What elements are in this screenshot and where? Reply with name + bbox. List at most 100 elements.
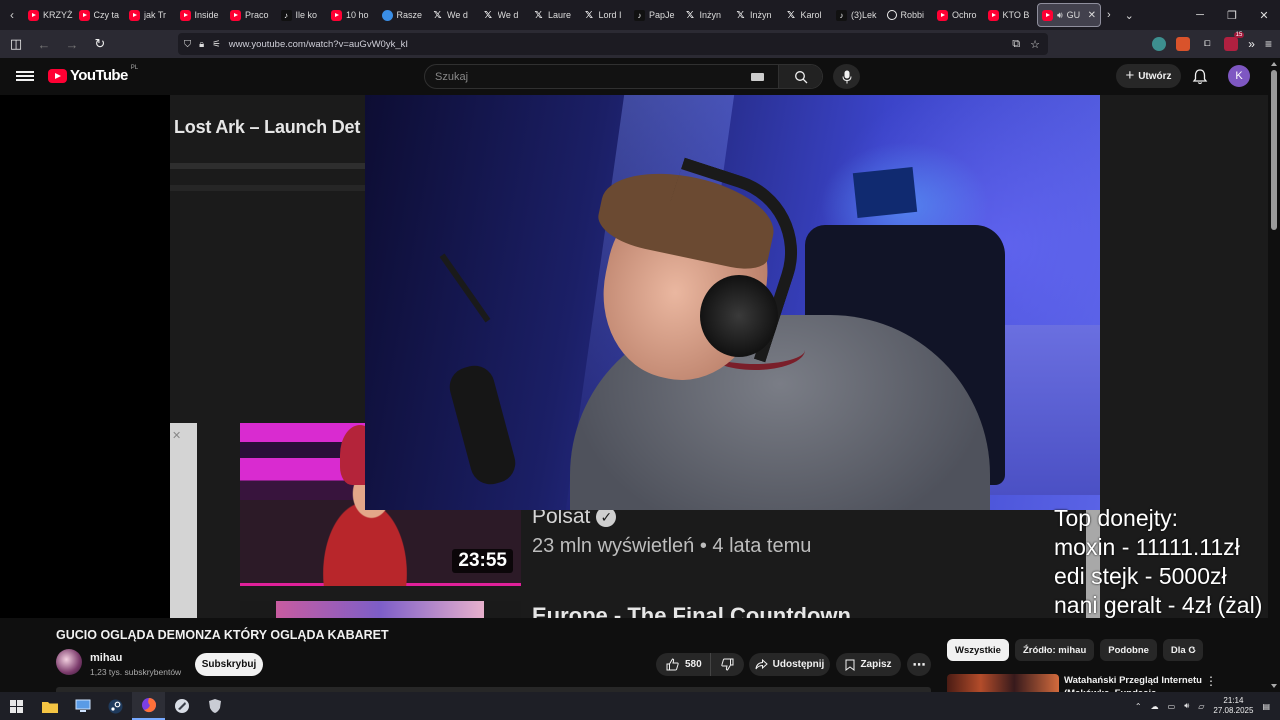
search-button[interactable] — [778, 65, 822, 88]
recommendation-title[interactable]: Watahański Przegląd Internetu (Makówka, … — [1064, 674, 1204, 692]
sidebar-toggle-icon[interactable]: ◫ — [4, 32, 28, 56]
clock[interactable]: 21:14 27.08.2025 — [1213, 696, 1253, 716]
youtube-logo[interactable]: YouTube PL — [48, 65, 138, 84]
extension-fox-icon[interactable] — [1176, 37, 1191, 51]
notifications-bell-icon[interactable] — [1191, 68, 1209, 86]
video-player[interactable]: Lost Ark – Launch Det ✕ 23:55 Polsat ✓ 2… — [0, 95, 1268, 618]
steam-button[interactable] — [99, 692, 132, 720]
reload-icon[interactable]: ↻ — [88, 32, 112, 56]
chip-all[interactable]: Wszystkie — [947, 639, 1009, 661]
speaker-icon[interactable]: 🔊︎ — [1057, 10, 1063, 21]
security-app-button[interactable] — [198, 692, 231, 720]
chip-from-channel[interactable]: Źródło: mihau — [1014, 639, 1095, 661]
tab-scroll-right-icon[interactable]: › — [1107, 9, 1111, 21]
onedrive-cloud-icon[interactable]: ☁ — [1151, 702, 1159, 711]
create-label: Utwórz — [1138, 70, 1172, 82]
search-input[interactable]: Szukaj — [425, 65, 751, 88]
chip-related[interactable]: Podobne — [1100, 639, 1157, 661]
browser-tab[interactable]: KTO B — [984, 2, 1035, 28]
bookmark-star-icon[interactable]: ☆ — [1030, 38, 1040, 51]
network-icon[interactable]: ▭ — [1168, 702, 1176, 711]
notifications-icon[interactable]: ▤ — [1262, 702, 1270, 711]
app-menu-icon[interactable]: ≡ — [1265, 37, 1272, 51]
browser-tab[interactable]: 𝕏 Karol — [782, 2, 833, 28]
mic-arm — [439, 253, 491, 323]
browser-tab[interactable]: ♪ PapJe — [630, 2, 681, 28]
browser-tab[interactable]: 𝕏 Lord I — [580, 2, 631, 28]
browser-tab-title: Robbi — [900, 10, 925, 20]
channel-name[interactable]: mihau — [90, 652, 122, 664]
tray-overflow-icon[interactable]: ⌃ — [1135, 702, 1142, 711]
tab-scroll-left-icon[interactable]: ‹ — [0, 0, 24, 30]
headset-earcup — [700, 275, 778, 357]
share-arrow-icon — [755, 659, 768, 670]
file-explorer-button[interactable] — [33, 692, 66, 720]
keyboard-icon[interactable] — [751, 72, 764, 81]
voice-search-button[interactable] — [833, 64, 860, 89]
dislike-button[interactable] — [711, 658, 744, 671]
firefox-icon — [141, 698, 156, 713]
remote-desktop-button[interactable] — [66, 692, 99, 720]
extensions-puzzle-icon[interactable]: ⧠ — [1200, 37, 1214, 51]
scroll-up-icon[interactable] — [1271, 62, 1277, 66]
permissions-icon[interactable]: ⚟ — [212, 39, 221, 50]
page-scrollbar[interactable] — [1268, 58, 1280, 692]
create-button[interactable]: + Utwórz — [1116, 64, 1181, 88]
blue-circle-icon — [381, 9, 393, 21]
close-window-icon[interactable]: ✕ — [1248, 0, 1280, 30]
donation-line: nani geralt - 4zł (żal) — [1054, 592, 1263, 618]
chips-next-chevron-icon[interactable]: › — [1192, 643, 1196, 657]
browser-tab[interactable]: 𝕏 We d — [428, 2, 479, 28]
extension-shield-icon[interactable] — [1152, 37, 1167, 51]
browser-tab[interactable]: Praco — [226, 2, 277, 28]
browser-tab-title: Rasze — [396, 10, 423, 20]
forward-icon[interactable]: → — [60, 32, 84, 56]
scrollbar-thumb[interactable] — [1271, 70, 1277, 230]
window-controls: ─ ❐ ✕ — [1184, 0, 1280, 30]
overflow-chevron-icon[interactable]: » — [1248, 37, 1255, 51]
app-button[interactable] — [165, 692, 198, 720]
browser-tab[interactable]: ♪ (3)Lek — [832, 2, 883, 28]
browser-tab[interactable]: KRZYŻ — [24, 2, 75, 28]
share-button[interactable]: Udostępnij — [749, 653, 830, 676]
browser-tab[interactable]: 𝕏 We d — [479, 2, 530, 28]
picture-in-picture-icon[interactable]: ⧉ — [1012, 38, 1020, 51]
channel-avatar[interactable] — [56, 649, 82, 675]
recommendation-thumbnail[interactable] — [947, 674, 1059, 692]
browser-tab[interactable]: Inside — [176, 2, 227, 28]
browser-tab[interactable]: Robbi — [883, 2, 934, 28]
browser-tab[interactable]: Ochro — [933, 2, 984, 28]
account-avatar[interactable]: K — [1228, 65, 1250, 87]
browser-tab[interactable]: Czy ta — [75, 2, 126, 28]
browser-tab[interactable]: jak Tr — [125, 2, 176, 28]
url-bar[interactable]: ⛉ 🔒︎ ⚟ www.youtube.com/watch?v=auGvW0yk_… — [178, 33, 1048, 55]
browser-tab[interactable]: 10 ho — [327, 2, 378, 28]
browser-tab[interactable]: ♪ Ile ko — [277, 2, 328, 28]
restore-icon[interactable]: ❐ — [1216, 0, 1248, 30]
browser-tab[interactable]: Rasze — [378, 2, 429, 28]
firefox-button[interactable] — [132, 692, 165, 720]
active-tab[interactable]: 🔊︎ GU ✕ — [1037, 3, 1101, 27]
extension-badge-icon[interactable]: 15 — [1224, 32, 1245, 51]
browser-tab[interactable]: 𝕏 Laure — [529, 2, 580, 28]
display-icon[interactable]: ▱ — [1198, 702, 1204, 711]
close-tab-icon[interactable]: ✕ — [1088, 10, 1096, 21]
chip-for-you[interactable]: Dla C — [1162, 639, 1204, 661]
subscribe-button[interactable]: Subskrybuj — [195, 653, 263, 676]
tracking-shield-icon[interactable]: ⛉ — [184, 39, 191, 50]
save-button[interactable]: Zapisz — [836, 653, 901, 676]
guide-menu-icon[interactable] — [16, 67, 34, 85]
lock-icon[interactable]: 🔒︎ — [199, 39, 204, 50]
recommendation-more-icon[interactable]: ⋮ — [1205, 674, 1217, 688]
browser-tab[interactable]: 𝕏 Inżyn — [731, 2, 782, 28]
url-text[interactable]: www.youtube.com/watch?v=auGvW0yk_kI — [229, 39, 408, 50]
more-actions-button[interactable]: ⋯ — [907, 653, 931, 676]
start-button[interactable] — [0, 692, 33, 720]
scroll-down-icon[interactable] — [1271, 684, 1277, 688]
volume-icon[interactable]: 🔊︎ — [1184, 701, 1189, 711]
like-button[interactable]: 580 — [656, 653, 711, 676]
back-icon[interactable]: ← — [32, 32, 56, 56]
minimize-icon[interactable]: ─ — [1184, 0, 1216, 30]
browser-tab[interactable]: 𝕏 Inżyn — [681, 2, 732, 28]
list-all-tabs-icon[interactable]: ⌄ — [1125, 9, 1134, 22]
